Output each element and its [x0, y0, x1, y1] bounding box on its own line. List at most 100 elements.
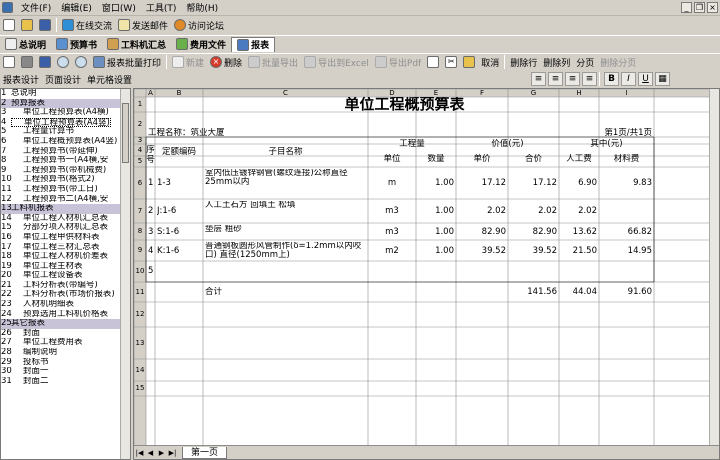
row-seq[interactable]: 2 — [148, 206, 155, 216]
visit-forum-button[interactable]: 访问论坛 — [171, 18, 227, 33]
tree-item[interactable]: 5 工程量计算书 — [1, 127, 130, 137]
paste-button[interactable] — [460, 55, 478, 70]
menu-edit[interactable]: 编辑(E) — [56, 1, 97, 14]
italic-button[interactable]: I — [621, 72, 636, 86]
cell-settings-button[interactable]: 单元格设置 — [84, 72, 135, 87]
bold-button[interactable]: B — [604, 72, 619, 86]
tree-category[interactable]: 2 预算报表 — [1, 98, 130, 109]
delete-report-button[interactable]: × 删除 — [207, 55, 245, 70]
row-header[interactable]: 3 — [134, 137, 146, 144]
row-header[interactable]: 11 — [134, 282, 146, 302]
row-unit[interactable]: m — [368, 178, 416, 188]
sum-labor[interactable]: 44.04 — [559, 287, 597, 297]
row-labor[interactable]: 21.50 — [559, 246, 597, 256]
row-header[interactable]: 2 — [134, 112, 146, 137]
tree-item[interactable]: 6 单位工程概预算表(A4竖) — [1, 137, 130, 147]
row-total[interactable]: 82.90 — [508, 227, 557, 237]
tree-item[interactable]: 10 工程预算书(格式2) — [1, 175, 130, 185]
justify-icon[interactable]: ≡ — [582, 72, 597, 86]
tab-reports[interactable]: 报表 — [231, 36, 276, 52]
row-qty[interactable]: 1.00 — [416, 246, 454, 256]
last-sheet-icon[interactable]: ▶| — [167, 448, 178, 458]
tree-item[interactable]: 23 人材机明细表 — [1, 300, 130, 310]
row-material[interactable]: 9.83 — [599, 178, 652, 188]
tree-item[interactable]: 12 工程预算书二(A4横,安 — [1, 195, 130, 205]
menu-tools[interactable]: 工具(T) — [141, 1, 182, 14]
tree-item[interactable]: 11 工程预算书(带工日) — [1, 185, 130, 195]
tree-item[interactable]: 15 分部分项人材机汇总表 — [1, 223, 130, 233]
tree-item[interactable]: 16 单位工程甲供材料表 — [1, 233, 130, 243]
print-button[interactable] — [18, 55, 36, 70]
header-value[interactable]: 价值(元) — [456, 139, 559, 149]
border-icon[interactable]: ▦ — [655, 72, 670, 86]
tree-category[interactable]: 25 其它报表 — [1, 319, 130, 329]
menu-help[interactable]: 帮助(H) — [181, 1, 223, 14]
export-pdf-button[interactable]: 导出Pdf — [372, 55, 424, 70]
sum-total[interactable]: 141.56 — [508, 287, 557, 297]
row-header[interactable]: 7 — [134, 199, 146, 223]
row-unit-price[interactable]: 39.52 — [456, 246, 506, 256]
cut-button[interactable]: ✂ — [442, 55, 460, 70]
header-material[interactable]: 材料费 — [599, 154, 654, 164]
menu-file[interactable]: 文件(F) — [16, 1, 56, 14]
project-name[interactable]: 工程名称：筑业大厦 — [148, 128, 328, 138]
batch-export-button[interactable]: 批量导出 — [245, 55, 301, 70]
header-code[interactable]: 定额编码 — [155, 147, 203, 159]
row-material[interactable]: 66.82 — [599, 227, 652, 237]
row-labor[interactable]: 2.02 — [559, 206, 597, 216]
tree-item[interactable]: 29 投标书 — [1, 358, 130, 368]
column-header[interactable]: C — [203, 89, 368, 97]
header-amount[interactable]: 数量 — [416, 154, 456, 164]
row-name[interactable]: 室内低压镀锌钢管(螺纹连接)公称直径25mm以内 — [205, 169, 366, 197]
save-report-button[interactable] — [36, 55, 54, 70]
report-design-button[interactable]: 报表设计 — [0, 72, 42, 87]
row-header[interactable]: 1 — [134, 97, 146, 112]
report-title[interactable]: 单位工程概预算表 — [155, 97, 654, 112]
column-header[interactable]: G — [508, 89, 559, 97]
zoom-out-button[interactable] — [72, 55, 90, 70]
export-excel-button[interactable]: 导出到Excel — [301, 55, 372, 70]
column-header[interactable]: H — [559, 89, 599, 97]
row-total[interactable]: 17.12 — [508, 178, 557, 188]
open-file-button[interactable] — [18, 18, 36, 33]
tree-item[interactable]: 7 工程预算书(带延伸) — [1, 147, 130, 157]
underline-button[interactable]: U — [638, 72, 653, 86]
column-header[interactable]: A — [146, 89, 155, 97]
row-labor[interactable]: 13.62 — [559, 227, 597, 237]
row-material[interactable] — [599, 206, 652, 216]
row-header[interactable]: 5 — [134, 156, 146, 167]
close-icon[interactable]: × — [707, 2, 718, 13]
row-unit-price[interactable]: 2.02 — [456, 206, 506, 216]
tree-item[interactable]: 26 封面 — [1, 329, 130, 339]
tree-item[interactable]: 17 单位工程三材汇总表 — [1, 243, 130, 253]
align-left-icon[interactable]: ≡ — [531, 72, 546, 86]
restore-icon[interactable]: ❐ — [694, 2, 705, 13]
tree-scrollbar-thumb[interactable] — [122, 103, 129, 163]
tree-item[interactable]: 20 单位工程设备表 — [1, 271, 130, 281]
tree-scrollbar[interactable] — [120, 89, 130, 459]
prev-sheet-icon[interactable]: ◀ — [145, 448, 156, 458]
tree-item[interactable]: 31 封面二 — [1, 377, 130, 387]
tree-item[interactable]: 9 工程预算书(带机械费) — [1, 166, 130, 176]
tree-item[interactable]: 8 工程预算书一(A4横,安 — [1, 156, 130, 166]
tree-category[interactable]: 13 工料机报表 — [1, 204, 130, 214]
row-qty[interactable]: 1.00 — [416, 227, 454, 237]
row-unit-price[interactable]: 17.12 — [456, 178, 506, 188]
row-header[interactable]: 12 — [134, 302, 146, 327]
zoom-in-button[interactable] — [54, 55, 72, 70]
row-header[interactable]: 13 — [134, 327, 146, 359]
header-of-which[interactable]: 其中(元) — [559, 139, 654, 149]
row-total[interactable]: 39.52 — [508, 246, 557, 256]
tab-materials[interactable]: 工料机汇总 — [102, 37, 171, 52]
remove-page-break-button[interactable]: 删除分页 — [597, 55, 639, 70]
row-unit-price[interactable]: 82.90 — [456, 227, 506, 237]
tree-item[interactable]: 27 单位工程费用表 — [1, 338, 130, 348]
header-seq[interactable]: 序号 — [146, 145, 155, 165]
header-unit[interactable]: 单位 — [368, 154, 416, 164]
tree-item[interactable]: 22 工料分析表(市场价报表) — [1, 290, 130, 300]
row-seq[interactable]: 5 — [148, 266, 156, 276]
header-labor[interactable]: 人工费 — [559, 154, 599, 164]
tab-budget[interactable]: 预算书 — [51, 37, 102, 52]
column-header[interactable]: E — [416, 89, 456, 97]
first-sheet-icon[interactable]: |◀ — [134, 448, 145, 458]
